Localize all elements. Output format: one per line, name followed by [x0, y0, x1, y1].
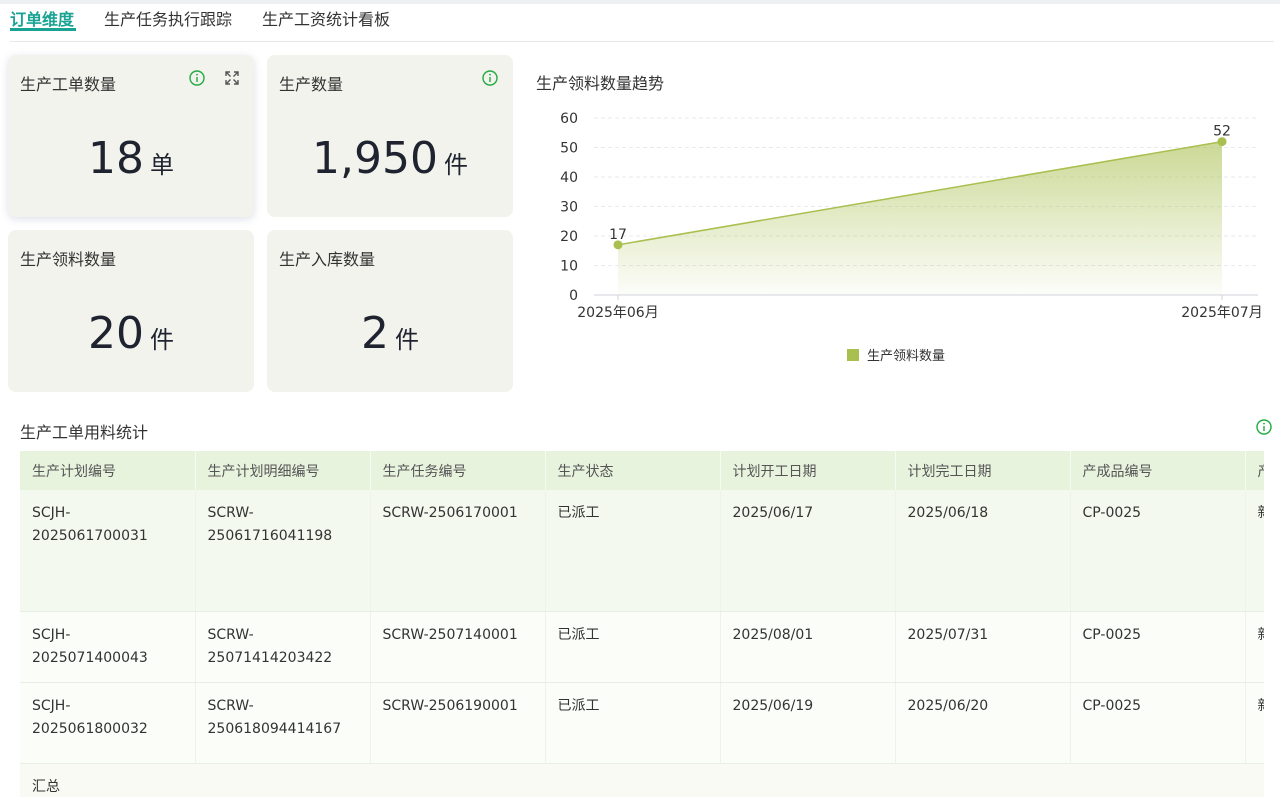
tab-label: 生产工资统计看板: [262, 10, 391, 29]
table-row[interactable]: SCJH-2025061800032 SCRW-250618094414167 …: [20, 682, 1264, 764]
data-label: 17: [609, 227, 627, 243]
table-cell: SCRW-2507140001: [370, 611, 546, 683]
y-tick-label: 50: [560, 141, 578, 157]
kpi-title: 生产领料数量: [20, 250, 117, 269]
kpi-unit: 件: [395, 326, 419, 354]
kpi-value: 18 单: [8, 133, 254, 184]
kpi-value: 1,950 件: [267, 133, 513, 184]
kpi-card-material-qty: 生产领料数量 20 件: [8, 230, 254, 392]
tab-label: 订单维度: [10, 10, 75, 29]
table-cell: 2025/06/18: [895, 490, 1071, 612]
x-tick-label: 2025年06月: [577, 305, 658, 321]
y-tick-label: 10: [560, 259, 578, 275]
table-cell: SCRW-2506190001: [370, 682, 546, 764]
column-header[interactable]: 计划开工日期: [720, 451, 896, 490]
column-header[interactable]: 生产任务编号: [370, 451, 546, 490]
x-tick-label: 2025年07月: [1181, 305, 1262, 321]
info-circle-icon[interactable]: [482, 70, 498, 86]
kpi-value: 20 件: [8, 308, 254, 359]
kpi-number: 18: [88, 133, 144, 184]
table-row[interactable]: SCJH-2025061700031 SCRW-25061716041198 S…: [20, 490, 1264, 612]
kpi-number: 1,950: [312, 133, 438, 184]
tab-task-tracking[interactable]: 生产任务执行跟踪: [104, 6, 232, 30]
table-header-row: 生产计划编号 生产计划明细编号 生产任务编号 生产状态 计划开工日期 计划完工日…: [20, 451, 1264, 490]
material-usage-table: 生产计划编号 生产计划明细编号 生产任务编号 生产状态 计划开工日期 计划完工日…: [20, 451, 1264, 797]
series-area: [618, 141, 1222, 295]
table-cell: 已派工: [545, 490, 721, 612]
y-tick-label: 60: [560, 111, 578, 127]
data-label: 52: [1213, 124, 1231, 140]
table-cell: 新: [1245, 490, 1264, 612]
material-trend-chart: 0 10 20 30 40 50 60 2025年06月 2025年07月 17 52 生产领料…: [560, 111, 1263, 364]
table-cell: CP-0025: [1070, 611, 1246, 683]
table-total-row: 汇总: [20, 763, 1264, 797]
table-cell: SCRW-250618094414167: [195, 682, 371, 764]
table-cell: SCRW-25061716041198: [195, 490, 371, 612]
tab-order-dimension[interactable]: 订单维度: [10, 6, 76, 31]
y-tick-label: 40: [560, 170, 578, 186]
table-cell: 已派工: [545, 611, 721, 683]
kpi-title: 生产入库数量: [279, 250, 376, 269]
table-cell: 新: [1245, 682, 1264, 764]
y-tick-label: 0: [569, 288, 578, 304]
column-header[interactable]: 生产计划编号: [20, 451, 196, 490]
table-cell: 2025/07/31: [895, 611, 1071, 683]
tab-wage-dashboard[interactable]: 生产工资统计看板: [262, 6, 390, 30]
column-header[interactable]: 生产状态: [545, 451, 721, 490]
chart-title: 生产领料数量趋势: [536, 74, 665, 93]
y-tick-label: 30: [560, 200, 578, 216]
table-title: 生产工单用料统计: [20, 423, 149, 442]
column-header[interactable]: 产: [1245, 451, 1264, 490]
table-cell: 2025/06/19: [720, 682, 896, 764]
kpi-unit: 件: [443, 151, 468, 179]
kpi-number: 2: [361, 308, 389, 359]
table-cell: 新: [1245, 611, 1264, 683]
column-header[interactable]: 产成品编号: [1070, 451, 1246, 490]
table-cell: 2025/06/17: [720, 490, 896, 612]
column-header[interactable]: 生产计划明细编号: [195, 451, 371, 490]
table-cell: 已派工: [545, 682, 721, 764]
table-cell: SCJH-2025061800032: [20, 682, 196, 764]
table-cell: SCJH-2025061700031: [20, 490, 196, 612]
legend-label: 生产领料数量: [867, 349, 945, 364]
table-cell: SCRW-2506170001: [370, 490, 546, 612]
table-cell: CP-0025: [1070, 682, 1246, 764]
table-row[interactable]: SCJH-2025071400043 SCRW-25071414203422 S…: [20, 611, 1264, 683]
total-label: 汇总: [20, 763, 1264, 797]
kpi-unit: 件: [150, 326, 174, 354]
kpi-title: 生产数量: [279, 75, 344, 94]
column-header[interactable]: 计划完工日期: [895, 451, 1071, 490]
kpi-card-production-qty: 生产数量 1,950 件: [267, 55, 513, 217]
y-tick-label: 20: [560, 229, 578, 245]
kpi-value: 2件: [267, 308, 513, 359]
active-tab-indicator: [10, 28, 76, 31]
kpi-card-work-orders: 生产工单数量 18 单: [8, 55, 254, 217]
info-circle-icon[interactable]: [1256, 419, 1272, 435]
kpi-title: 生产工单数量: [20, 75, 117, 94]
chart-legend[interactable]: 生产领料数量: [847, 349, 945, 364]
tab-bar: 订单维度 生产任务执行跟踪 生产工资统计看板: [10, 0, 1274, 42]
table-cell: SCRW-25071414203422: [195, 611, 371, 683]
table-cell: CP-0025: [1070, 490, 1246, 612]
info-circle-icon[interactable]: [189, 70, 205, 86]
table-cell: 2025/08/01: [720, 611, 896, 683]
legend-swatch: [847, 349, 859, 361]
kpi-number: 20: [88, 308, 144, 359]
kpi-card-warehousing-qty: 生产入库数量 2件: [267, 230, 513, 392]
kpi-unit: 单: [150, 151, 174, 179]
tab-label: 生产任务执行跟踪: [104, 10, 233, 29]
expand-icon[interactable]: [224, 70, 240, 86]
table-cell: 2025/06/20: [895, 682, 1071, 764]
table-cell: SCJH-2025071400043: [20, 611, 196, 683]
